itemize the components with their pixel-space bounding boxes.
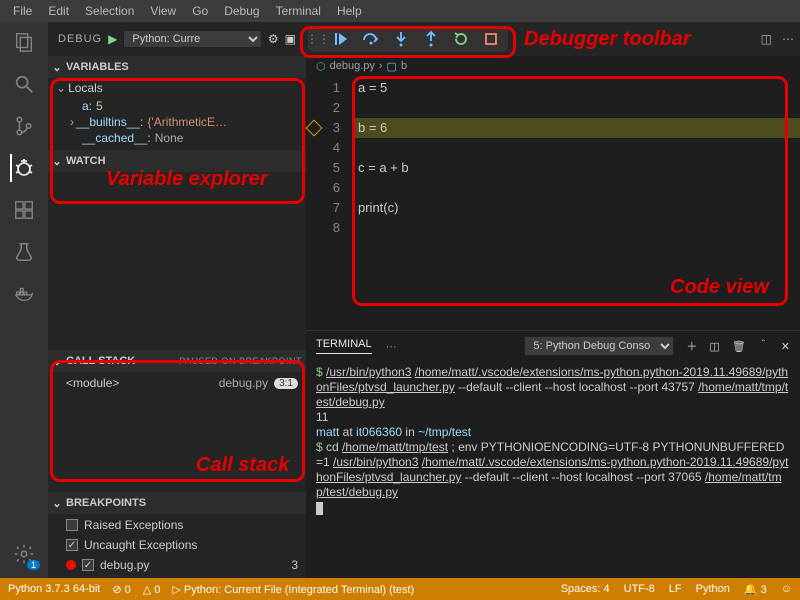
toolbar-drag-handle-icon[interactable]: ⋮⋮ (311, 28, 325, 50)
activity-bar: 1 (0, 22, 48, 578)
debug-icon[interactable] (10, 154, 38, 182)
restart-button[interactable] (447, 28, 475, 50)
kill-terminal-icon[interactable]: 🗑 (732, 340, 746, 353)
status-language[interactable]: Python (696, 583, 730, 595)
status-python[interactable]: Python 3.7.3 64-bit (8, 583, 100, 595)
callstack-frame[interactable]: <module> debug.py 3:1 (48, 374, 306, 392)
panel-maximize-icon[interactable]: ＾ (758, 338, 769, 354)
menu-edit[interactable]: Edit (41, 2, 76, 20)
debug-console-icon[interactable]: ▣ (285, 32, 296, 46)
panel-tab-more-icon[interactable]: ⋯ (386, 340, 397, 353)
sidebar-title: DEBUG (58, 33, 102, 45)
status-bar: Python 3.7.3 64-bit ⊘ 0 △ 0 ▷ Python: Cu… (0, 578, 800, 600)
scope-locals[interactable]: ⌄Locals (48, 80, 306, 96)
panel-tab-terminal[interactable]: TERMINAL (316, 338, 372, 354)
code-line[interactable] (352, 218, 800, 238)
stop-button[interactable] (477, 28, 505, 50)
settings-gear-icon[interactable]: 1 (10, 540, 38, 568)
status-feedback[interactable]: ☺ (781, 583, 792, 595)
code-line[interactable] (352, 178, 800, 198)
new-terminal-icon[interactable]: ＋ (686, 338, 697, 354)
bp-raised-exceptions[interactable]: Raised Exceptions (48, 516, 306, 534)
section-callstack[interactable]: ⌄CALL STACKPAUSED ON BREAKPOINT (48, 350, 306, 372)
section-breakpoints[interactable]: ⌄BREAKPOINTS (48, 492, 306, 514)
source-control-icon[interactable] (10, 112, 38, 140)
step-out-button[interactable] (417, 28, 445, 50)
menu-file[interactable]: File (6, 2, 39, 20)
menu-bar: FileEditSelectionViewGoDebugTerminalHelp (0, 0, 800, 22)
extensions-icon[interactable] (10, 196, 38, 224)
status-errors[interactable]: ⊘ 0 (112, 583, 130, 596)
code-line[interactable] (352, 98, 800, 118)
status-notifications[interactable]: 🔔 3 (744, 583, 767, 596)
code-line[interactable]: b = 6 (352, 118, 800, 138)
code-line[interactable]: c = a + b (352, 158, 800, 178)
editor-more-icon[interactable]: ⋯ (782, 32, 794, 46)
terminal-select[interactable]: 5: Python Debug Conso (524, 336, 674, 356)
debug-sidebar: DEBUG ▶ Python: Curre ⚙ ▣ ⌄VARIABLES ⌄Lo… (48, 22, 306, 578)
menu-terminal[interactable]: Terminal (269, 2, 328, 20)
settings-badge: 1 (27, 560, 40, 570)
status-run-config[interactable]: ▷ Python: Current File (Integrated Termi… (172, 583, 414, 596)
status-encoding[interactable]: UTF-8 (624, 583, 655, 595)
section-variables[interactable]: ⌄VARIABLES (48, 56, 306, 78)
breakpoint-dot-icon (66, 560, 76, 570)
testing-icon[interactable] (10, 238, 38, 266)
menu-help[interactable]: Help (330, 2, 369, 20)
status-spaces[interactable]: Spaces: 4 (561, 583, 610, 595)
explorer-icon[interactable] (10, 28, 38, 56)
start-debug-button[interactable]: ▶ (108, 32, 117, 46)
step-into-button[interactable] (387, 28, 415, 50)
search-icon[interactable] (10, 70, 38, 98)
variable-row[interactable]: a: 5 (48, 98, 306, 114)
variable-row[interactable]: __cached__: None (48, 130, 306, 146)
menu-view[interactable]: View (143, 2, 183, 20)
split-terminal-icon[interactable]: ◫ (709, 340, 719, 353)
bp-file[interactable]: ✓debug.py3 (48, 556, 306, 574)
section-watch[interactable]: ⌄WATCH (48, 150, 306, 172)
menu-selection[interactable]: Selection (78, 2, 141, 20)
menu-go[interactable]: Go (185, 2, 215, 20)
code-line[interactable] (352, 138, 800, 158)
code-editor[interactable]: 12345678 a = 5b = 6c = a + bprint(c) (306, 76, 800, 330)
docker-icon[interactable] (10, 280, 38, 308)
debug-toolbar: ⋮⋮ (308, 26, 508, 52)
editor-tab-bar: ⋮⋮ ◫ ⋯ (306, 22, 800, 56)
breadcrumb[interactable]: ⬡ debug.py › ▢ b (306, 56, 800, 76)
bottom-panel: TERMINAL ⋯ 5: Python Debug Conso ＋ ◫ 🗑 ＾… (306, 330, 800, 578)
code-line[interactable]: print(c) (352, 198, 800, 218)
terminal-output[interactable]: $ /usr/bin/python3 /home/matt/.vscode/ex… (306, 361, 800, 578)
split-editor-icon[interactable]: ◫ (761, 32, 772, 46)
status-warnings[interactable]: △ 0 (143, 583, 161, 596)
bp-uncaught-exceptions[interactable]: ✓Uncaught Exceptions (48, 536, 306, 554)
python-file-icon: ⬡ (316, 60, 326, 73)
menu-debug[interactable]: Debug (217, 2, 266, 20)
step-over-button[interactable] (357, 28, 385, 50)
debug-config-select[interactable]: Python: Curre (123, 30, 262, 48)
code-line[interactable]: a = 5 (352, 78, 800, 98)
panel-close-icon[interactable]: ✕ (781, 340, 790, 353)
continue-button[interactable] (327, 28, 355, 50)
debug-settings-icon[interactable]: ⚙ (268, 32, 279, 46)
status-eol[interactable]: LF (669, 583, 682, 595)
variable-row[interactable]: ›__builtins__: {'ArithmeticE… (48, 114, 306, 130)
